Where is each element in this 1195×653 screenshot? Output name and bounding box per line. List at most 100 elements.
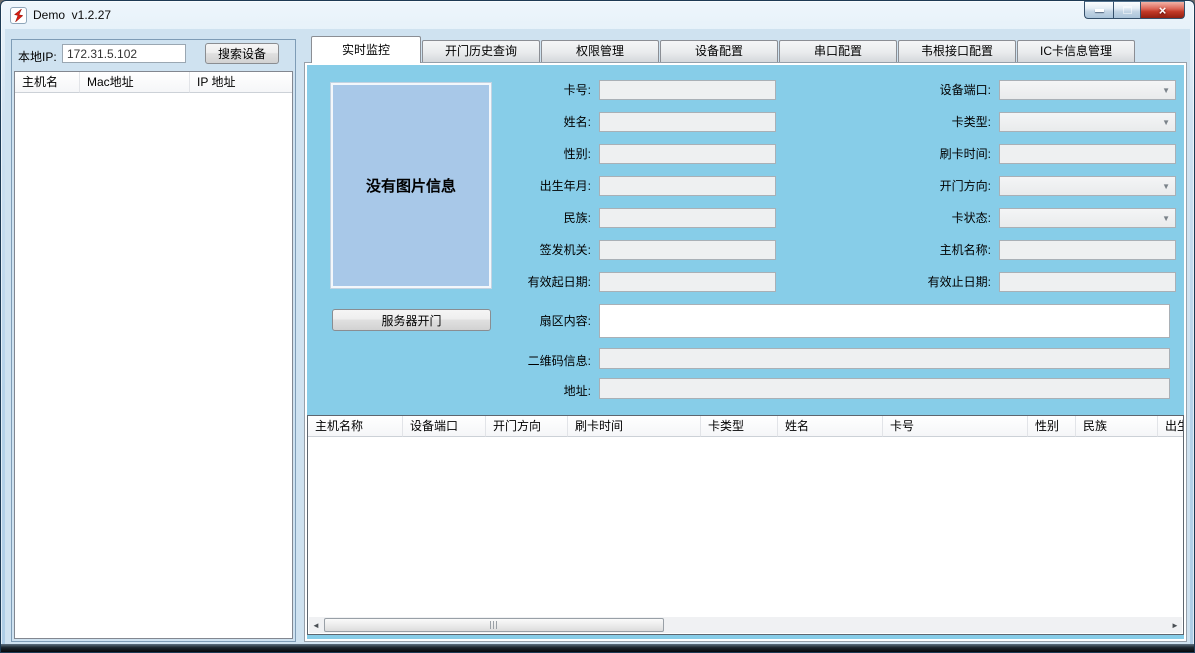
issuing-authority-row: 签发机关: <box>506 239 776 260</box>
birth-date-label: 出生年月: <box>506 177 591 194</box>
chevron-down-icon: ▼ <box>1162 118 1170 127</box>
card-number-column-header[interactable]: 卡号 <box>883 416 1028 437</box>
valid-to-date-label: 有效止日期: <box>906 273 991 290</box>
local-ip-input[interactable] <box>62 44 186 63</box>
valid-from-date-row: 有效起日期: <box>506 271 776 292</box>
ethnicity-input[interactable] <box>599 208 776 228</box>
hostname-column-header[interactable]: 主机名 <box>15 72 80 93</box>
no-image-text: 没有图片信息 <box>366 175 456 196</box>
birth-date-row: 出生年月: <box>506 175 776 196</box>
gender-input[interactable] <box>599 144 776 164</box>
sector-content-row: 扇区内容: <box>506 304 1170 338</box>
qrcode-info-input[interactable] <box>599 348 1170 369</box>
ethnicity-label: 民族: <box>506 209 591 226</box>
card-status-select[interactable]: ▼ <box>999 208 1176 228</box>
maximize-button[interactable] <box>1113 1 1140 19</box>
search-device-button[interactable]: 搜索设备 <box>205 43 279 64</box>
app-lightning-icon <box>10 7 27 24</box>
door-direction-row: 开门方向: ▼ <box>906 175 1176 196</box>
swipe-time-label: 刷卡时间: <box>906 145 991 162</box>
tab-door-history[interactable]: 开门历史查询 <box>422 40 540 62</box>
tab-realtime-monitor[interactable]: 实时监控 <box>311 36 421 63</box>
ethnicity-column-header[interactable]: 民族 <box>1076 416 1158 437</box>
chevron-down-icon: ▼ <box>1162 86 1170 95</box>
device-table-body[interactable] <box>15 93 292 638</box>
main-tab-control: 实时监控开门历史查询权限管理设备配置串口配置韦根接口配置IC卡信息管理 没有图片… <box>304 36 1187 642</box>
card-number-label: 卡号: <box>506 81 591 98</box>
tab-device-config[interactable]: 设备配置 <box>660 40 778 62</box>
door-direction-column-header[interactable]: 开门方向 <box>486 416 568 437</box>
device-port-select[interactable]: ▼ <box>999 80 1176 100</box>
swipe-time-column-header[interactable]: 刷卡时间 <box>568 416 701 437</box>
card-status-label: 卡状态: <box>906 209 991 226</box>
card-info-right-column: 设备端口:▼卡类型:▼刷卡时间:开门方向:▼卡状态:▼主机名称:有效止日期: <box>906 79 1176 303</box>
swipe-time-input[interactable] <box>999 144 1176 164</box>
card-number-row: 卡号: <box>506 79 776 100</box>
valid-to-date-row: 有效止日期: <box>906 271 1176 292</box>
card-number-input[interactable] <box>599 80 776 100</box>
door-direction-select[interactable]: ▼ <box>999 176 1176 196</box>
device-port-row: 设备端口: ▼ <box>906 79 1176 100</box>
chevron-down-icon: ▼ <box>1162 182 1170 191</box>
card-status-row: 卡状态: ▼ <box>906 207 1176 228</box>
tab-serial-config[interactable]: 串口配置 <box>779 40 897 62</box>
device-port-label: 设备端口: <box>906 81 991 98</box>
issuing-authority-input[interactable] <box>599 240 776 260</box>
maximize-icon <box>1123 6 1132 14</box>
minimize-icon <box>1095 9 1104 12</box>
card-type-column-header[interactable]: 卡类型 <box>701 416 778 437</box>
titlebar[interactable]: Demo v1.2.27 × <box>1 1 1194 29</box>
gender-row: 性别: <box>506 143 776 164</box>
person-name-column-header[interactable]: 姓名 <box>778 416 883 437</box>
scroll-left-arrow-icon[interactable]: ◄ <box>309 617 323 633</box>
person-name-row: 姓名: <box>506 111 776 132</box>
scrollbar-grip-icon <box>490 621 499 629</box>
realtime-monitor-page: 没有图片信息 服务器开门 卡号: 姓名: 性别: 出生年月: 民族: 签发机关: 有效起日期… <box>307 65 1184 639</box>
chevron-down-icon: ▼ <box>1162 214 1170 223</box>
app-window: Demo v1.2.27 × 本地IP: 搜索设备 主机名Mac地址IP 地址 … <box>0 0 1195 653</box>
gender-label: 性别: <box>506 145 591 162</box>
person-name-input[interactable] <box>599 112 776 132</box>
tab-permission-management[interactable]: 权限管理 <box>541 40 659 62</box>
window-title: Demo v1.2.27 <box>33 8 111 22</box>
address-label: 地址: <box>506 378 591 399</box>
tab-wiegand-config[interactable]: 韦根接口配置 <box>898 40 1016 62</box>
qrcode-info-label: 二维码信息: <box>506 348 591 369</box>
tab-body: 没有图片信息 服务器开门 卡号: 姓名: 性别: 出生年月: 民族: 签发机关: 有效起日期… <box>304 62 1187 642</box>
gender-column-header[interactable]: 性别 <box>1028 416 1076 437</box>
valid-to-date-input[interactable] <box>999 272 1176 292</box>
door-direction-label: 开门方向: <box>906 177 991 194</box>
minimize-button[interactable] <box>1084 1 1113 19</box>
local-ip-label: 本地IP: <box>18 48 57 65</box>
horizontal-scrollbar[interactable]: ◄ ► <box>309 617 1182 633</box>
close-button[interactable]: × <box>1140 1 1185 19</box>
tab-ic-card-management[interactable]: IC卡信息管理 <box>1017 40 1135 62</box>
birth-date-input[interactable] <box>599 176 776 196</box>
host-name-row: 主机名称: <box>906 239 1176 260</box>
host-name-input[interactable] <box>999 240 1176 260</box>
swipe-time-row: 刷卡时间: <box>906 143 1176 164</box>
valid-from-date-label: 有效起日期: <box>506 273 591 290</box>
tab-strip: 实时监控开门历史查询权限管理设备配置串口配置韦根接口配置IC卡信息管理 <box>311 36 1136 62</box>
ethnicity-row: 民族: <box>506 207 776 228</box>
card-type-select[interactable]: ▼ <box>999 112 1176 132</box>
scrollbar-thumb[interactable] <box>324 618 664 632</box>
address-row: 地址: <box>506 378 1170 399</box>
valid-from-date-input[interactable] <box>599 272 776 292</box>
ip-address-column-header[interactable]: IP 地址 <box>190 72 292 93</box>
photo-placeholder: 没有图片信息 <box>331 83 491 288</box>
device-table: 主机名Mac地址IP 地址 <box>14 71 293 639</box>
caption-buttons: × <box>1084 1 1185 19</box>
records-table-body[interactable] <box>308 437 1183 634</box>
sector-content-label: 扇区内容: <box>506 304 591 338</box>
sector-content-textarea[interactable] <box>599 304 1170 338</box>
device-port-column-header[interactable]: 设备端口 <box>403 416 486 437</box>
address-input[interactable] <box>599 378 1170 399</box>
card-type-row: 卡类型:▼ <box>906 111 1176 132</box>
server-open-door-button[interactable]: 服务器开门 <box>332 309 491 331</box>
mac-address-column-header[interactable]: Mac地址 <box>80 72 190 93</box>
host-name-column-header[interactable]: 主机名称 <box>308 416 403 437</box>
scroll-right-arrow-icon[interactable]: ► <box>1168 617 1182 633</box>
window-bottom-frame <box>1 644 1194 652</box>
birth-date-column-header[interactable]: 出生年月 <box>1158 416 1183 437</box>
